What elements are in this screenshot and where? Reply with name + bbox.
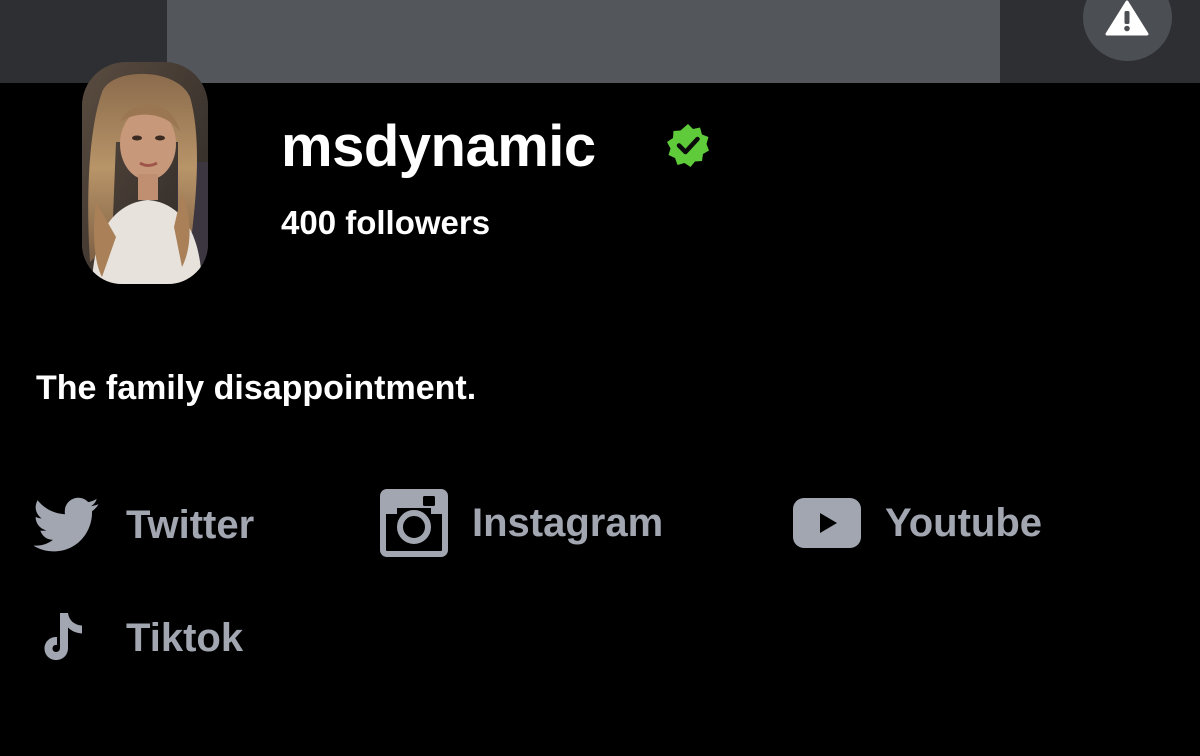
social-label-instagram: Instagram <box>472 501 664 545</box>
social-label-youtube: Youtube <box>885 501 1043 545</box>
tiktok-icon <box>44 613 82 660</box>
bio-text: The family disappointment. <box>36 369 477 407</box>
verified-badge-icon <box>667 124 709 167</box>
avatar[interactable] <box>82 62 208 284</box>
instagram-icon <box>380 489 448 557</box>
username: msdynamic <box>281 114 596 179</box>
profile-page: msdynamic 400 followers The family disap… <box>0 0 1200 756</box>
social-label-tiktok: Tiktok <box>126 616 244 660</box>
twitter-icon <box>34 497 99 552</box>
followers-count[interactable]: 400 followers <box>281 202 490 244</box>
social-link-twitter[interactable]: Twitter <box>34 497 254 553</box>
youtube-icon <box>793 498 861 548</box>
banner-image <box>167 0 1000 83</box>
warning-icon <box>1105 0 1149 36</box>
social-link-youtube[interactable]: Youtube <box>793 498 1042 548</box>
social-link-tiktok[interactable]: Tiktok <box>40 611 243 665</box>
social-link-instagram[interactable]: Instagram <box>380 489 663 557</box>
social-label-twitter: Twitter <box>126 503 255 547</box>
